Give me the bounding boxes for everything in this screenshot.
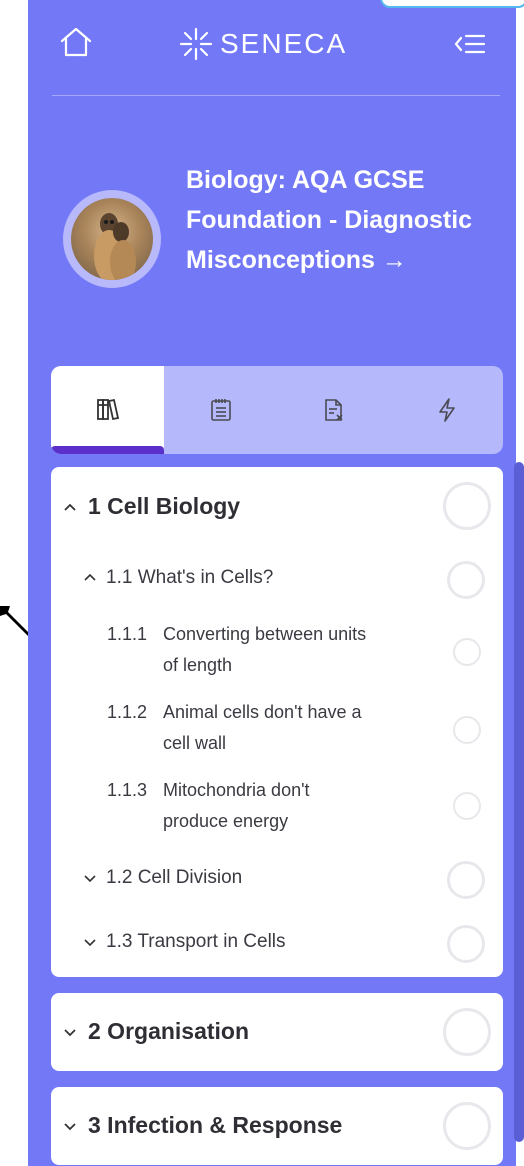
seneca-burst-icon xyxy=(179,27,213,61)
document-x-icon xyxy=(324,399,343,421)
chevron-up-icon xyxy=(64,503,76,511)
mouse-pointer-icon xyxy=(0,606,30,636)
course-avatar xyxy=(63,190,161,288)
collapse-menu-icon[interactable] xyxy=(452,26,488,62)
subsection-row-1-1[interactable]: 1.1 What's in Cells? xyxy=(51,547,503,609)
item-label-line2: cell wall xyxy=(163,733,227,753)
tab-smart-learning[interactable] xyxy=(390,366,503,454)
active-tab-indicator xyxy=(51,446,164,454)
chevron-down-icon xyxy=(84,939,96,947)
lightning-icon xyxy=(438,398,455,422)
item-number: 1.1.3 xyxy=(107,780,148,800)
item-label-line1: Animal cells don't have a xyxy=(163,702,362,722)
subsection-label: 1.2 Cell Division xyxy=(106,867,243,888)
progress-ring xyxy=(453,716,481,744)
item-row-1-1-3[interactable]: 1.1.3 Mitochondria don't produce energy xyxy=(51,765,503,847)
item-number: 1.1.2 xyxy=(107,702,148,722)
seneca-logo[interactable]: SENECA xyxy=(178,22,347,66)
notebook-icon xyxy=(210,399,231,421)
top-edge-element xyxy=(380,0,524,8)
item-label-line1: Converting between units xyxy=(163,624,367,644)
section-card-organisation[interactable]: 2 Organisation xyxy=(51,993,503,1071)
section-row-1[interactable]: 1 Cell Biology xyxy=(51,467,503,547)
course-title-link[interactable]: Biology: AQA GCSE Foundation - Diagnosti… xyxy=(186,160,486,280)
chevron-up-icon xyxy=(84,573,96,581)
chevron-down-icon xyxy=(84,875,96,883)
progress-ring xyxy=(447,861,485,899)
progress-ring xyxy=(443,1102,491,1150)
sidebar-header: SENECA xyxy=(28,0,516,96)
item-row-1-1-2[interactable]: 1.1.2 Animal cells don't have a cell wal… xyxy=(51,687,503,765)
library-books-icon xyxy=(96,398,119,421)
progress-ring xyxy=(443,482,491,530)
section-card-cell-biology: 1 Cell Biology 1.1 What's in Cells? 1.1.… xyxy=(51,467,503,977)
tab-wrong-answers[interactable] xyxy=(277,366,390,454)
section-label: 3 Infection & Response xyxy=(88,1112,343,1138)
tab-assignments[interactable] xyxy=(164,366,277,454)
item-number: 1.1.1 xyxy=(107,624,148,644)
tab-library[interactable] xyxy=(51,366,164,454)
progress-ring xyxy=(453,638,481,666)
scrollbar-thumb[interactable] xyxy=(514,462,524,1142)
item-label-line1: Mitochondria don't xyxy=(163,780,310,800)
header-divider xyxy=(52,95,500,96)
section-card-infection-response[interactable]: 3 Infection & Response xyxy=(51,1087,503,1165)
chevron-down-icon xyxy=(64,1029,76,1037)
section-label: 1 Cell Biology xyxy=(88,493,241,519)
progress-ring xyxy=(447,561,485,599)
course-sidebar: SENECA Biology: AQA GCSE Foundation - Di… xyxy=(28,0,516,1166)
chevron-down-icon xyxy=(64,1123,76,1131)
subsection-row-1-3[interactable]: 1.3 Transport in Cells xyxy=(51,909,503,973)
subsection-label: 1.3 Transport in Cells xyxy=(106,931,286,952)
progress-ring xyxy=(443,1008,491,1056)
page-background-strip xyxy=(0,0,28,1166)
progress-ring xyxy=(447,925,485,963)
section-label: 2 Organisation xyxy=(88,1018,250,1044)
item-label-line2: of length xyxy=(163,655,233,675)
meerkat-avatar xyxy=(71,198,153,280)
subsection-label: 1.1 What's in Cells? xyxy=(106,567,274,588)
sidebar-tabs xyxy=(51,366,503,454)
home-icon[interactable] xyxy=(58,24,94,60)
subsection-row-1-2[interactable]: 1.2 Cell Division xyxy=(51,847,503,909)
progress-ring xyxy=(453,792,481,820)
brand-name: SENECA xyxy=(220,28,348,59)
item-row-1-1-1[interactable]: 1.1.1 Converting between units of length xyxy=(51,609,503,687)
item-label-line2: produce energy xyxy=(163,811,289,831)
